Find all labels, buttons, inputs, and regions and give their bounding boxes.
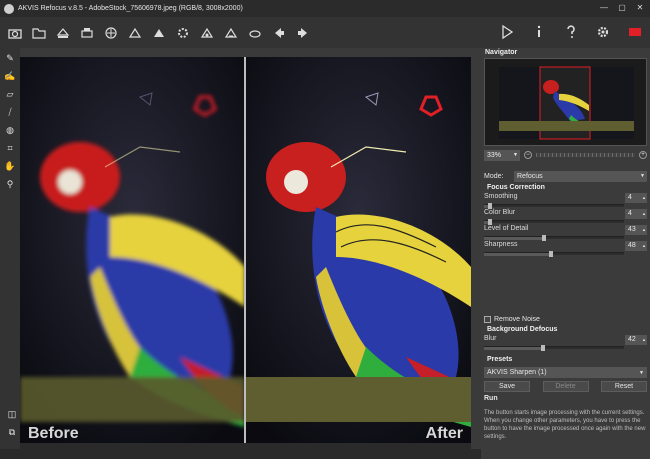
image-canvas[interactable]: Before After bbox=[20, 57, 471, 443]
zoom-row: 33% − + bbox=[484, 148, 647, 162]
remove-noise-checkbox[interactable] bbox=[484, 316, 491, 323]
param-color-blur: Color Blur 4 bbox=[484, 209, 647, 225]
tool-panel: ✎ ✍ ▱ ⧸ ◍ ⌗ ✋ ⚲ ◫ ⧉ bbox=[0, 48, 20, 449]
delete-preset-button[interactable]: Delete bbox=[542, 381, 589, 392]
preset-buttons: Save Delete Reset bbox=[484, 381, 647, 392]
run-description: The button starts image processing with … bbox=[484, 410, 646, 440]
param-label: Level of Detail bbox=[484, 225, 529, 232]
before-view: Before bbox=[20, 57, 245, 443]
open-icon[interactable] bbox=[30, 24, 48, 42]
close-button[interactable]: ✕ bbox=[634, 2, 646, 14]
mode-label: Mode: bbox=[484, 172, 504, 180]
param-value[interactable]: 43 bbox=[625, 225, 647, 235]
info-icon[interactable] bbox=[530, 23, 548, 41]
help-icon[interactable] bbox=[562, 23, 580, 41]
parrot-image-after bbox=[246, 57, 471, 443]
navigator-thumbnail bbox=[485, 59, 646, 145]
camera-icon[interactable] bbox=[6, 24, 24, 42]
blur-label: Blur bbox=[484, 335, 497, 342]
mode-select[interactable]: Refocus bbox=[514, 170, 647, 182]
settings-panel: Navigator 33% − + Mode: Refocus Focus Co… bbox=[481, 48, 650, 459]
maximize-button[interactable]: ▢ bbox=[616, 2, 628, 14]
before-label: Before bbox=[28, 425, 79, 442]
back-icon[interactable] bbox=[270, 24, 288, 42]
after-label: After bbox=[425, 425, 463, 442]
param-level-of-detail: Level of Detail 43 bbox=[484, 225, 647, 241]
batch-icon[interactable] bbox=[126, 24, 144, 42]
remove-noise-row[interactable]: Remove Noise bbox=[484, 316, 540, 323]
param-value[interactable]: 48 bbox=[625, 241, 647, 251]
eraser-icon[interactable]: ▱ bbox=[2, 86, 18, 102]
navigator-preview[interactable] bbox=[484, 58, 647, 146]
zoom-select[interactable]: 33% bbox=[484, 149, 520, 161]
blur-slider[interactable] bbox=[484, 345, 624, 351]
tube-icon[interactable]: ⧸ bbox=[2, 104, 18, 120]
save-icon[interactable] bbox=[54, 24, 72, 42]
param-label: Color Blur bbox=[484, 209, 516, 216]
blur-icon[interactable]: ◍ bbox=[2, 122, 18, 138]
run-title: Run bbox=[484, 395, 498, 402]
crop-icon[interactable]: ⌗ bbox=[2, 140, 18, 156]
param-slider[interactable] bbox=[484, 251, 624, 257]
param-slider[interactable] bbox=[484, 235, 624, 241]
window-title: AKVIS Refocus v.8.5 - AdobeStock_7560697… bbox=[18, 5, 243, 12]
zoom-icon[interactable]: ⚲ bbox=[2, 176, 18, 192]
forward-icon[interactable] bbox=[294, 24, 312, 42]
navigator-title: Navigator bbox=[485, 49, 518, 56]
title-bar: AKVIS Refocus v.8.5 - AdobeStock_7560697… bbox=[0, 0, 650, 17]
param-value[interactable]: 4 bbox=[625, 193, 647, 203]
brush-icon[interactable]: ✍ bbox=[2, 68, 18, 84]
blur-param: Blur 42 bbox=[484, 335, 647, 351]
undo-icon[interactable] bbox=[246, 24, 264, 42]
share-icon[interactable] bbox=[102, 24, 120, 42]
focus-params: Smoothing 4 Color Blur 4 Level of Detail 43 Sh… bbox=[484, 193, 647, 257]
param-value[interactable]: 4 bbox=[625, 209, 647, 219]
settings-icon[interactable] bbox=[198, 24, 216, 42]
param-sharpness: Sharpness 48 bbox=[484, 241, 647, 257]
plugin-icon[interactable] bbox=[174, 24, 192, 42]
app-icon bbox=[4, 3, 14, 14]
presets-select[interactable]: AKVIS Sharpen (1) bbox=[484, 367, 647, 378]
toolbar bbox=[0, 17, 650, 48]
focus-correction-title: Focus Correction bbox=[487, 184, 545, 191]
presets-section: Presets bbox=[484, 356, 647, 363]
background-defocus-section: Background Defocus Blur 42 bbox=[484, 326, 647, 351]
param-slider[interactable] bbox=[484, 203, 624, 209]
param-label: Smoothing bbox=[484, 193, 518, 200]
split-view-icon[interactable]: ◫ bbox=[4, 406, 20, 422]
gear-icon[interactable] bbox=[594, 23, 612, 41]
param-label: Sharpness bbox=[484, 241, 518, 248]
remove-noise-label: Remove Noise bbox=[494, 316, 540, 323]
zoom-out-icon[interactable]: − bbox=[524, 151, 532, 159]
focus-correction-section: Focus Correction Smoothing 4 Color Blur 4 Le… bbox=[484, 184, 647, 257]
compare-view-icon[interactable]: ⧉ bbox=[4, 424, 20, 440]
preferences-icon[interactable] bbox=[150, 24, 168, 42]
zoom-in-icon[interactable]: + bbox=[639, 151, 647, 159]
flag-icon[interactable] bbox=[626, 23, 644, 41]
presets-title: Presets bbox=[487, 356, 513, 363]
minimize-button[interactable]: — bbox=[598, 2, 610, 14]
after-view: After bbox=[246, 57, 471, 443]
mode-row: Mode: Refocus bbox=[484, 170, 647, 182]
param-slider[interactable] bbox=[484, 219, 624, 225]
print-icon[interactable] bbox=[78, 24, 96, 42]
reset-preset-button[interactable]: Reset bbox=[601, 381, 647, 392]
parrot-image-before bbox=[20, 57, 245, 443]
run-icon[interactable] bbox=[498, 23, 516, 41]
hand-icon[interactable]: ✋ bbox=[2, 158, 18, 174]
share2-icon[interactable] bbox=[222, 24, 240, 42]
blur-value[interactable]: 42 bbox=[625, 335, 647, 345]
param-smoothing: Smoothing 4 bbox=[484, 193, 647, 209]
save-preset-button[interactable]: Save bbox=[484, 381, 530, 392]
zoom-slider[interactable] bbox=[536, 153, 635, 157]
selection-icon[interactable]: ✎ bbox=[2, 50, 18, 66]
background-defocus-title: Background Defocus bbox=[487, 326, 558, 333]
